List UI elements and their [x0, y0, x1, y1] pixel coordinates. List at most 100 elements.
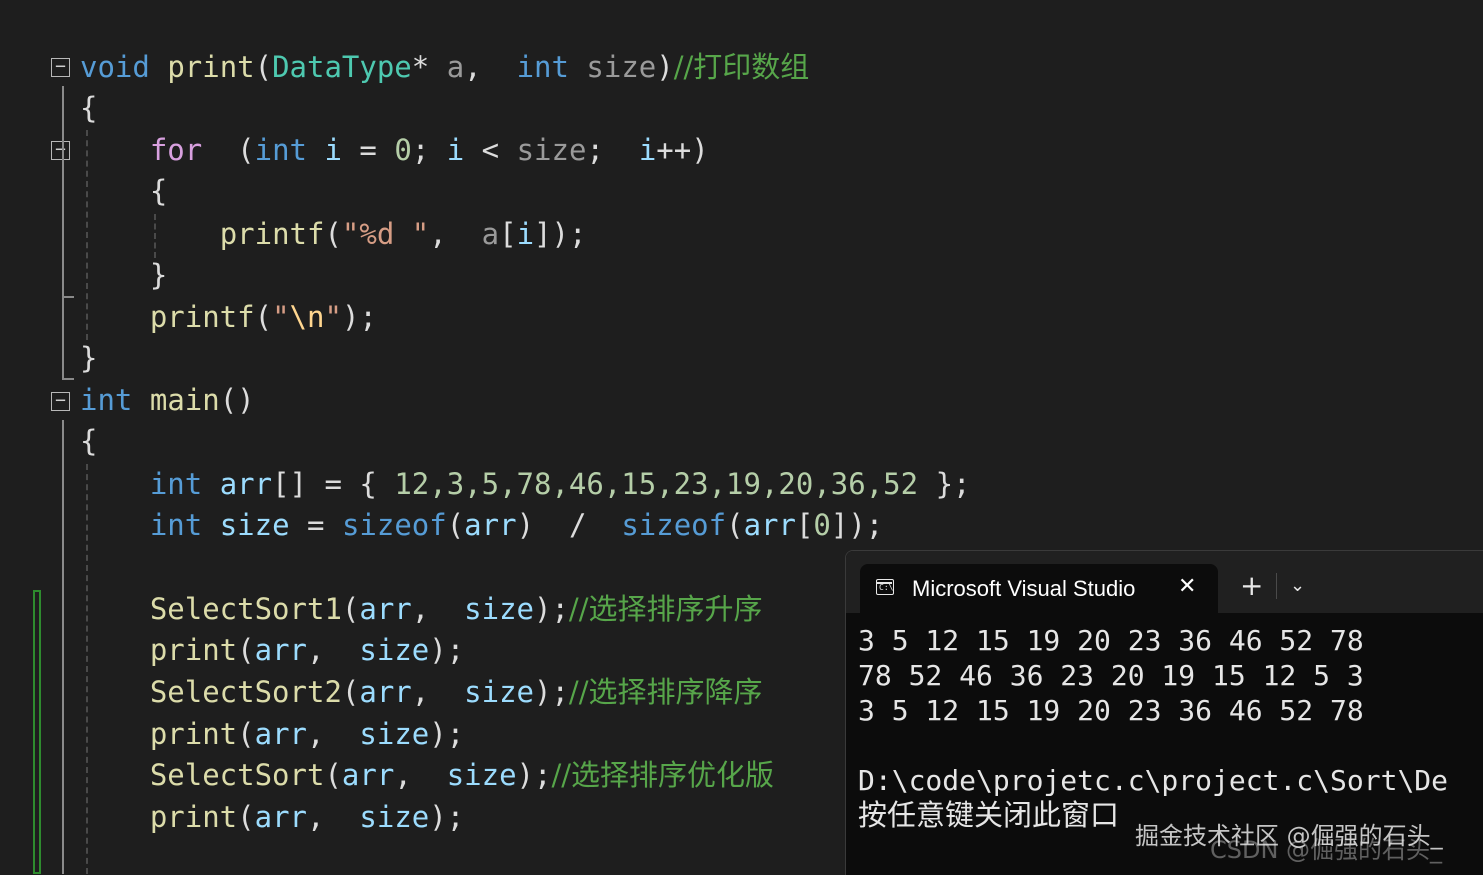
code-token: arr	[254, 800, 308, 834]
code-line[interactable]: printf("\n");	[80, 297, 377, 337]
code-token: 0	[813, 508, 831, 542]
terminal-icon: C:\	[876, 579, 894, 595]
code-token: "	[324, 300, 342, 334]
code-token: (	[254, 300, 273, 334]
code-token: SelectSort2	[149, 675, 342, 709]
code-token: "	[272, 300, 290, 334]
output-line: 78 52 46 36 23 20 19 15 12 5 3	[858, 659, 1364, 692]
code-token: ,	[464, 50, 517, 84]
code-line[interactable]: SelectSort2(arr, size);//选择排序降序	[80, 672, 763, 712]
code-token: int	[80, 383, 133, 417]
code-token: arr	[743, 508, 796, 542]
code-line[interactable]: int arr[] = { 12,3,5,78,46,15,23,19,20,3…	[80, 464, 971, 504]
code-line[interactable]: {	[80, 171, 167, 211]
change-marker	[33, 590, 41, 874]
code-line[interactable]: {	[80, 88, 97, 128]
code-token: );	[429, 800, 465, 834]
watermark-juejin: 掘金技术社区 @倔强的石头_	[1135, 822, 1443, 850]
code-token: (	[324, 217, 342, 251]
code-line[interactable]: print(arr, size);	[80, 714, 464, 754]
new-tab-icon[interactable]: +	[1240, 571, 1263, 601]
code-token: ,	[411, 592, 465, 626]
fold-toggle-main[interactable]: −	[51, 392, 70, 411]
code-token: print	[149, 717, 238, 751]
code-line[interactable]: {	[80, 421, 97, 461]
code-line[interactable]: int size = sizeof(arr) / sizeof(arr[0]);	[80, 505, 883, 545]
code-token: printf	[219, 217, 325, 251]
code-token: //选择排序优化版	[551, 758, 775, 792]
code-token: size	[359, 717, 430, 751]
code-token: );	[516, 758, 552, 792]
code-token: }	[80, 341, 98, 375]
code-line[interactable]: SelectSort(arr, size);//选择排序优化版	[80, 755, 774, 795]
code-token: arr	[254, 633, 308, 667]
terminal-output[interactable]: 3 5 12 15 19 20 23 36 46 52 78 78 52 46 …	[858, 623, 1483, 833]
terminal-titlebar[interactable]: C:\ Microsoft Visual Studio ✕ + ⌄	[846, 551, 1483, 613]
code-line[interactable]: print(arr, size);	[80, 630, 464, 670]
code-token: ,	[411, 675, 465, 709]
code-token: ,	[307, 633, 360, 667]
code-token: arr	[359, 675, 412, 709]
code-line[interactable]: print(arr, size);	[80, 797, 464, 837]
outline-guide-print	[62, 86, 64, 380]
output-line: 3 5 12 15 19 20 23 36 46 52 78	[858, 694, 1364, 727]
code-line[interactable]: }	[80, 255, 167, 295]
code-token: ) /	[516, 508, 622, 542]
code-line[interactable]: SelectSort1(arr, size);//选择排序升序	[80, 589, 763, 629]
code-token: int	[254, 133, 308, 167]
code-token: //打印数组	[673, 50, 810, 84]
code-token: [	[499, 217, 517, 251]
code-token: a	[446, 50, 465, 84]
code-token: int	[149, 467, 203, 501]
code-token: 12,3,5,78,46,15,23,19,20,36,52	[394, 467, 919, 501]
code-token: print	[149, 800, 238, 834]
fold-toggle-for[interactable]: −	[51, 141, 70, 160]
code-token: )	[656, 50, 674, 84]
code-token: SelectSort	[149, 758, 325, 792]
code-line[interactable]: for (int i = 0; i < size; i++)	[80, 130, 709, 170]
code-line[interactable]: int main()	[80, 380, 255, 420]
code-token: ()	[219, 383, 255, 417]
code-token: arr	[464, 508, 517, 542]
code-token: (	[446, 508, 465, 542]
terminal-tab[interactable]: C:\ Microsoft Visual Studio ✕	[860, 564, 1218, 613]
code-token: ++)	[656, 133, 709, 167]
code-token: (	[341, 592, 360, 626]
code-token: size	[219, 508, 290, 542]
code-token: sizeof	[341, 508, 447, 542]
code-token: ,	[307, 717, 360, 751]
code-token: //选择排序降序	[568, 675, 763, 709]
code-token: ,	[429, 217, 482, 251]
output-line: 3 5 12 15 19 20 23 36 46 52 78	[858, 624, 1364, 657]
collapse-icon: −	[55, 56, 66, 77]
code-token: main	[149, 383, 220, 417]
code-token: *	[411, 50, 447, 84]
code-line[interactable]: void print(DataType* a, int size)//打印数组	[80, 47, 809, 87]
code-line[interactable]: printf("%d ", a[i]);	[80, 214, 587, 254]
close-icon[interactable]: ✕	[1178, 573, 1196, 601]
code-token: );	[429, 633, 465, 667]
chevron-down-icon[interactable]: ⌄	[1290, 573, 1305, 599]
code-token: ,	[394, 758, 447, 792]
output-line: D:\code\projetc.c\project.c\Sort\De	[858, 764, 1449, 797]
fold-toggle-print[interactable]: −	[51, 58, 70, 77]
code-token: ]);	[534, 217, 587, 251]
code-token: }	[80, 258, 168, 292]
code-line[interactable]: }	[80, 338, 97, 378]
code-token: ;	[411, 133, 447, 167]
code-token: sizeof	[621, 508, 727, 542]
code-token: (	[254, 50, 273, 84]
code-token: for	[149, 133, 203, 167]
